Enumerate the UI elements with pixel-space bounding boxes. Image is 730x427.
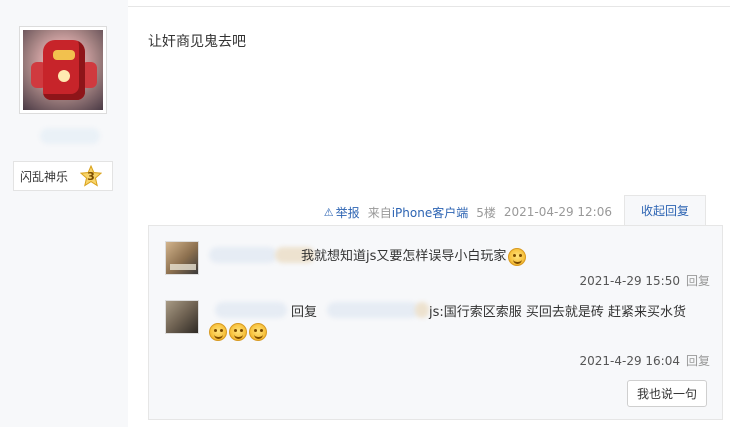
reply-avatar[interactable] (165, 241, 199, 275)
level-star-icon: 3 (80, 165, 102, 187)
level-name: 闪乱神乐 (20, 169, 69, 184)
smiley-emoji-icon (508, 247, 527, 266)
report-link[interactable]: ⚠ 举报 (324, 204, 360, 221)
reply-item: 我就想知道js又要怎样误导小白玩家 2021-4-29 15:50 回复 (165, 241, 710, 289)
reply-meta: 2021-4-29 16:04 回复 (579, 352, 710, 369)
replied-username-blurred-2 (415, 302, 429, 318)
smiley-emoji-icon (209, 323, 227, 341)
reply-username-blurred[interactable] (215, 302, 287, 318)
warning-icon: ⚠ (323, 205, 334, 219)
collapse-replies-button[interactable]: 收起回复 (624, 195, 706, 225)
reply-emoji-row (209, 323, 267, 341)
post-tail: ⚠ 举报 来自 iPhone客户端 5楼 2021-04-29 12:06 (324, 203, 620, 221)
reply-text: 我就想知道js又要怎样误导小白玩家 (301, 249, 507, 264)
level-number: 3 (87, 169, 95, 183)
smiley-emoji-icon (249, 323, 267, 341)
from-label: 来自 (367, 205, 392, 220)
reply-time: 2021-4-29 15:50 (579, 274, 680, 288)
report-label: 举报 (335, 205, 360, 220)
post-text: 让奸商见鬼去吧 (148, 34, 246, 50)
user-avatar[interactable] (19, 26, 107, 114)
username-blurred[interactable] (40, 128, 100, 144)
reply-content: 我就想知道js又要怎样误导小白玩家 (301, 245, 527, 266)
reply-link[interactable]: 回复 (686, 354, 710, 368)
reply-to-word: 回复 (291, 305, 318, 320)
reply-time: 2021-4-29 16:04 (579, 354, 680, 368)
client-link[interactable]: iPhone客户端 (392, 204, 469, 221)
post-time: 2021-04-29 12:06 (503, 205, 612, 219)
smiley-emoji-icon (229, 323, 247, 341)
robot-avatar-icon (23, 30, 103, 110)
reply-meta: 2021-4-29 15:50 回复 (579, 272, 710, 289)
reply-avatar[interactable] (165, 300, 199, 334)
replied-username-blurred[interactable] (327, 302, 419, 318)
reply-content-text: js:国行索区索服 买回去就是砖 赶紧来买水货 (429, 301, 686, 320)
reply-username-blurred[interactable] (209, 247, 277, 263)
level-badge[interactable]: 闪乱神乐 3 (13, 161, 113, 191)
floor-number: 5楼 (476, 205, 496, 220)
user-sidebar: 闪乱神乐 3 (0, 0, 128, 427)
add-reply-button[interactable]: 我也说一句 (627, 380, 707, 407)
reply-content: 回复 (291, 301, 317, 320)
top-divider (128, 6, 730, 7)
reply-item: 回复 js:国行索区索服 买回去就是砖 赶紧来买水货 2021-4-29 16:… (165, 300, 710, 370)
reply-text: js:国行索区索服 买回去就是砖 赶紧来买水货 (429, 305, 687, 320)
reply-link[interactable]: 回复 (686, 274, 710, 288)
reply-panel: 我就想知道js又要怎样误导小白玩家 2021-4-29 15:50 回复 回复 j… (148, 225, 723, 420)
